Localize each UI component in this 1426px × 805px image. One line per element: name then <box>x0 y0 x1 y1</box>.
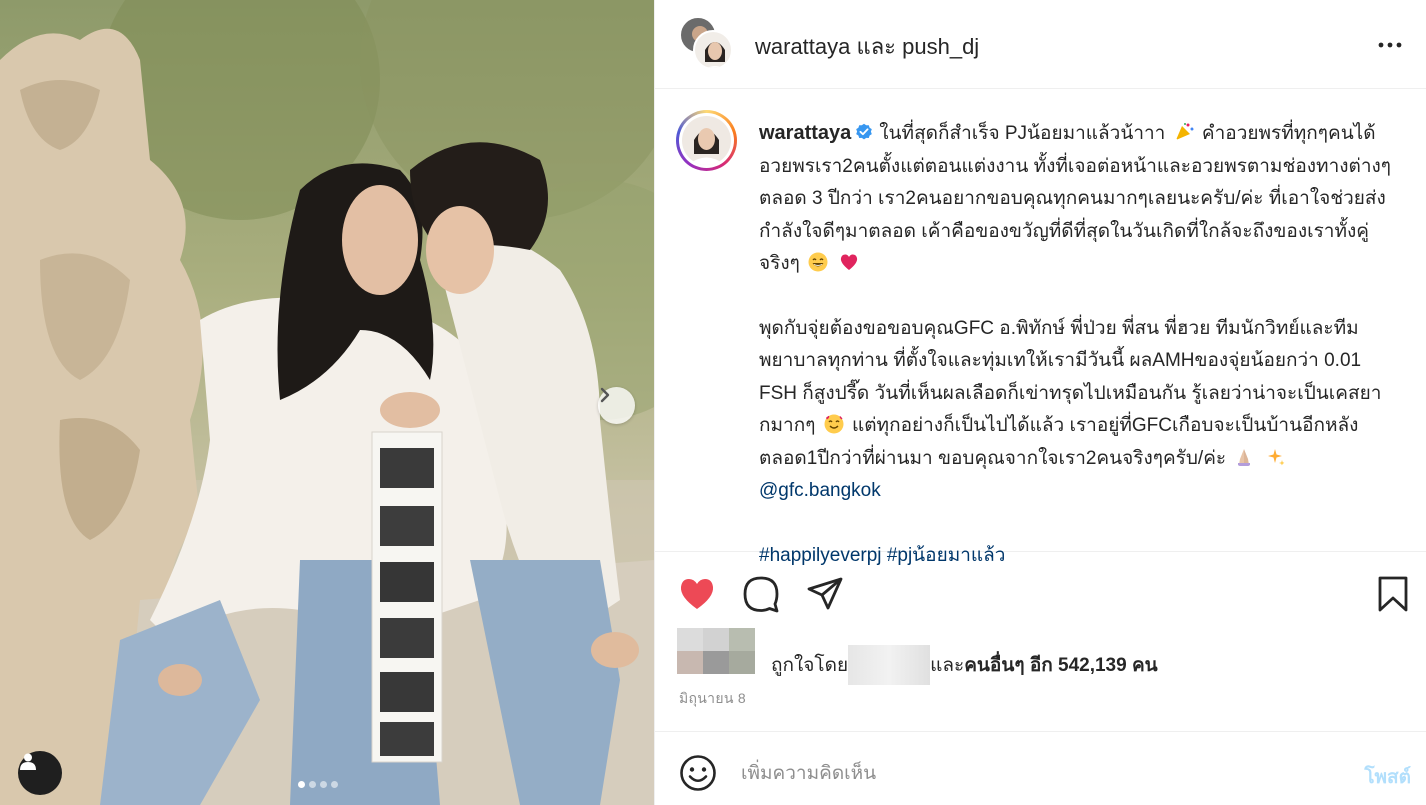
mention-link[interactable]: @gfc.bangkok <box>759 480 881 501</box>
user-tags-button[interactable] <box>18 751 62 795</box>
smiling-face-with-hearts-icon <box>824 414 844 434</box>
caption-text-part: คำอวยพรที่ทุกๆคนได้อวยพรเรา2คนตั้งแต่ตอน… <box>759 123 1392 274</box>
share-icon <box>807 577 843 610</box>
post-details-panel: warattaya และ push_dj warattaya ในที่สุดก… <box>654 0 1426 805</box>
likes-count[interactable]: อีก 542,139 คน <box>1030 655 1158 676</box>
heart-filled-icon <box>680 579 714 609</box>
likes-text[interactable]: ถูกใจโดย และคนอื่นๆ อีก 542,139 คน <box>771 645 1158 685</box>
carousel-dot <box>320 781 327 788</box>
comment-input[interactable] <box>741 758 1321 790</box>
carousel-indicator <box>298 781 338 788</box>
caption-section: warattaya ในที่สุดก็สำเร็จ PJน้อยมาแล้วน้… <box>655 89 1426 566</box>
caption-username[interactable]: warattaya <box>759 122 851 144</box>
author-username[interactable]: warattaya <box>755 34 850 59</box>
liker-avatar-blurred[interactable] <box>677 628 767 674</box>
party-popper-icon <box>1175 123 1194 140</box>
post-authors: warattaya และ push_dj <box>755 29 979 64</box>
comment-composer: โพสต์ <box>655 731 1426 805</box>
avatar <box>693 30 733 70</box>
likes-prefix: ถูกใจโดย <box>771 655 849 676</box>
authors-conjunction: และ <box>856 34 896 59</box>
collab-avatars[interactable] <box>679 16 735 72</box>
carousel-next-button[interactable] <box>598 387 635 424</box>
collaborator-username[interactable]: push_dj <box>902 34 979 59</box>
post-comment-button[interactable]: โพสต์ <box>1364 762 1411 792</box>
chevron-right-icon <box>600 387 610 403</box>
sparkles-icon <box>1267 448 1285 466</box>
carousel-dot <box>309 781 316 788</box>
like-button[interactable] <box>677 574 717 614</box>
save-button[interactable] <box>1373 574 1413 614</box>
carousel-dot <box>298 781 305 788</box>
user-tag-icon <box>20 753 36 770</box>
more-horizontal-icon <box>1378 42 1402 48</box>
post-header: warattaya และ push_dj <box>655 0 1426 89</box>
post-photo[interactable] <box>0 0 654 805</box>
likes-conjunction: และ <box>930 655 965 676</box>
grinning-face-icon <box>808 252 828 272</box>
caption-text: warattaya ในที่สุดก็สำเร็จ PJน้อยมาแล้วน้… <box>759 117 1399 604</box>
verified-badge-icon <box>856 123 873 140</box>
emoji-picker-button[interactable] <box>679 754 717 792</box>
post-date[interactable]: มิถุนายน 8 <box>679 688 746 710</box>
smiley-icon <box>680 755 716 791</box>
photo-illustration <box>0 0 654 805</box>
comment-button[interactable] <box>741 574 781 614</box>
likes-summary: ถูกใจโดย และคนอื่นๆ อีก 542,139 คน <box>677 628 1417 685</box>
caption-paragraph: พุดกับจุ่ยต้องขอขอบคุณGFC อ.พิทักษ์ พี่ป… <box>759 313 1399 508</box>
comment-icon <box>743 576 779 613</box>
story-ring[interactable] <box>676 110 737 171</box>
folded-hands-icon <box>1238 448 1251 466</box>
avatar <box>682 116 731 165</box>
share-button[interactable] <box>805 574 845 614</box>
caption-paragraph: warattaya ในที่สุดก็สำเร็จ PJน้อยมาแล้วน้… <box>759 117 1399 281</box>
action-bar <box>655 552 1426 627</box>
red-heart-icon <box>841 254 858 270</box>
likes-others-label[interactable]: คนอื่นๆ <box>964 655 1024 676</box>
more-options-button[interactable] <box>1375 30 1405 60</box>
liker-username-blurred[interactable] <box>848 645 931 685</box>
bookmark-icon <box>1378 576 1408 612</box>
caption-text-part: ในที่สุดก็สำเร็จ PJน้อยมาแล้วน้าาา <box>879 123 1166 144</box>
carousel-dot <box>331 781 338 788</box>
